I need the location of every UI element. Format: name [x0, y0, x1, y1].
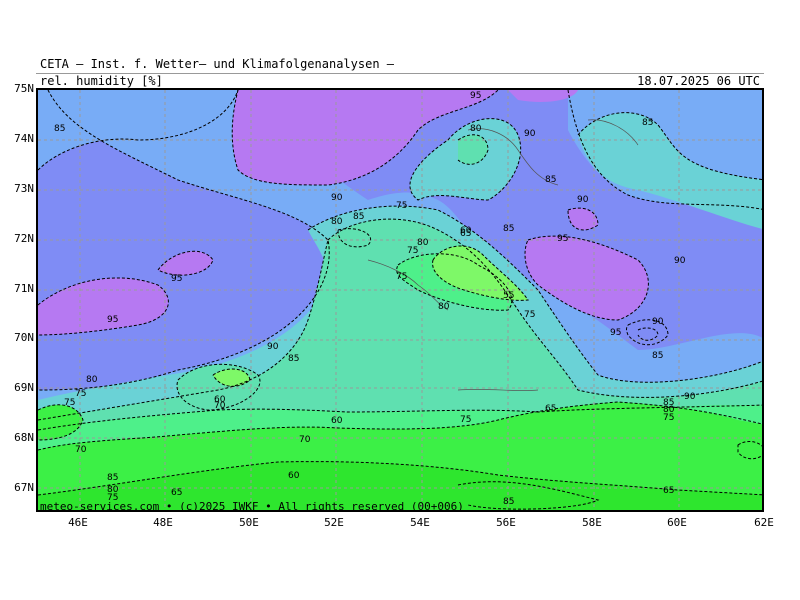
contour-label: 85: [54, 124, 65, 134]
lon-label: 54E: [410, 516, 430, 529]
contour-label: 80: [417, 238, 429, 248]
lon-label: 48E: [153, 516, 173, 529]
contour-label: 95: [107, 315, 118, 325]
contour-label: 85: [288, 354, 299, 364]
contour-label: 95: [470, 91, 481, 101]
lon-label: 56E: [496, 516, 516, 529]
contour-label: 70: [214, 401, 226, 411]
lon-label: 52E: [324, 516, 344, 529]
contour-label: 90: [684, 392, 696, 402]
contour-label: 90: [524, 129, 536, 139]
humidity-map: 95 85 80 90 85 85 90 90 80 85 75 80 75 6…: [36, 88, 764, 512]
lon-label: 50E: [239, 516, 259, 529]
parameter-label: rel. humidity [%]: [40, 74, 163, 88]
contour-label: 75: [64, 398, 75, 408]
contour-label: 65: [663, 486, 674, 496]
contour-label: 90: [674, 256, 686, 266]
contour-label: 75: [460, 415, 471, 425]
lat-label: 72N: [14, 232, 34, 245]
contour-label: 85: [107, 473, 118, 483]
contour-label: 90: [652, 317, 664, 327]
lon-label: 58E: [582, 516, 602, 529]
contour-label: 75: [663, 413, 674, 423]
contour-label: 70: [75, 445, 87, 455]
lat-label: 71N: [14, 282, 34, 295]
contour-label: 85: [503, 224, 514, 234]
contour-label: 80: [470, 124, 482, 134]
contour-label: 85: [353, 212, 364, 222]
contour-label: 70: [299, 435, 311, 445]
contour-label: 75: [407, 246, 418, 256]
contour-label: 85: [642, 118, 653, 128]
lat-label: 70N: [14, 331, 34, 344]
chart-title: CETA — Inst. f. Wetter— und Klimafolgena…: [40, 57, 395, 71]
contour-label: 80: [86, 375, 98, 385]
contour-label: 95: [171, 274, 182, 284]
lon-label: 46E: [68, 516, 88, 529]
contour-label: 65: [545, 404, 556, 414]
contour-label: 85: [652, 351, 663, 361]
contour-label: 65: [171, 488, 182, 498]
lon-label: 60E: [667, 516, 687, 529]
lat-label: 69N: [14, 381, 34, 394]
lon-label: 62E: [754, 516, 774, 529]
contour-label: 60: [288, 471, 300, 481]
contour-label: 90: [331, 193, 343, 203]
contour-label: 95: [610, 328, 621, 338]
contour-label: 85: [545, 175, 556, 185]
contour-label: 85: [503, 497, 514, 507]
contour-label: 80: [438, 302, 450, 312]
copyright-credit: meteo-services.com • (c)2025 IWKF • All …: [40, 500, 464, 513]
contour-label: 75: [396, 272, 407, 282]
contour-label: 90: [267, 342, 279, 352]
valid-time: 18.07.2025 06 UTC: [637, 74, 760, 88]
lat-label: 73N: [14, 182, 34, 195]
contour-label: 75: [396, 201, 407, 211]
map-canvas: 95 85 80 90 85 85 90 90 80 85 75 80 75 6…: [38, 90, 762, 510]
contour-label: 80: [331, 217, 343, 227]
lat-label: 67N: [14, 481, 34, 494]
contour-label: 75: [75, 389, 86, 399]
lat-label: 75N: [14, 82, 34, 95]
lat-label: 74N: [14, 132, 34, 145]
contour-label: 60: [331, 416, 343, 426]
contour-label: 95: [557, 234, 568, 244]
lat-label: 68N: [14, 431, 34, 444]
contour-label: 55: [503, 291, 514, 301]
contour-label: 75: [524, 310, 535, 320]
contour-label: 60: [460, 226, 472, 236]
contour-label: 90: [577, 195, 589, 205]
